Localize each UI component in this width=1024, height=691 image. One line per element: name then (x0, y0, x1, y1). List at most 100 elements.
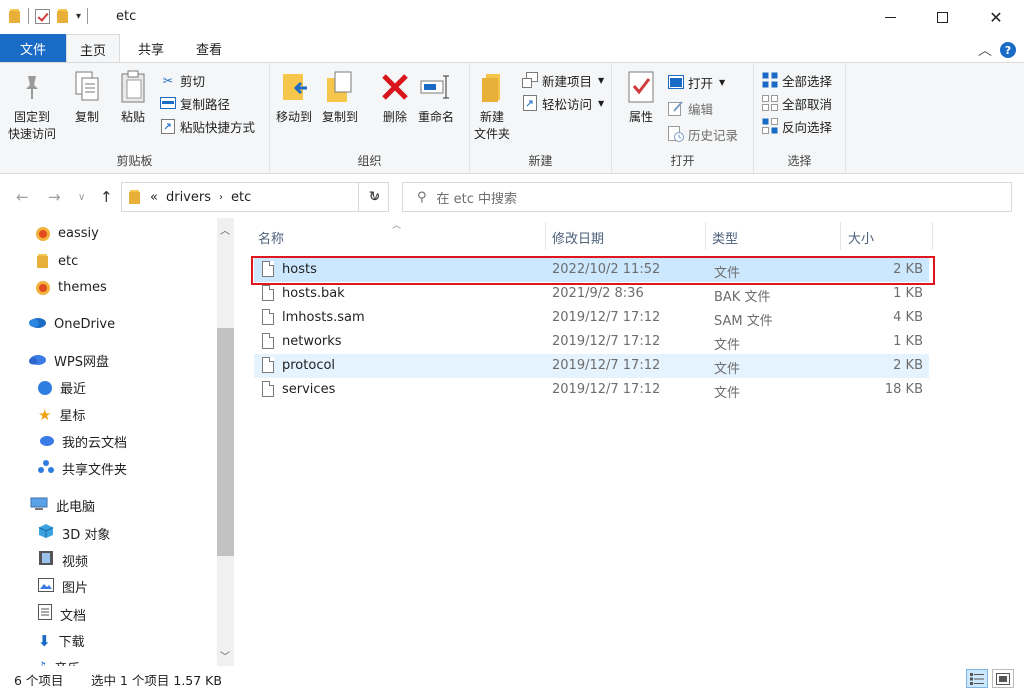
nav-item-onedrive[interactable]: OneDrive (28, 316, 115, 332)
new-item-button[interactable]: 新建项目 ▼ (522, 69, 604, 91)
nav-item-recent[interactable]: 最近 (38, 378, 86, 397)
open-button[interactable]: 打开 ▼ (668, 71, 725, 93)
column-divider[interactable] (545, 222, 546, 250)
breadcrumb-drivers[interactable]: drivers (166, 190, 211, 205)
select-none-button[interactable]: 全部取消 (762, 92, 832, 114)
scroll-up-icon[interactable]: ︿ (220, 222, 230, 237)
paste-shortcut-button[interactable]: 粘贴快捷方式 (160, 115, 255, 137)
rename-icon (419, 69, 453, 105)
select-all-button[interactable]: 全部选择 (762, 69, 832, 91)
back-arrow-icon[interactable]: ← (16, 188, 29, 206)
address-field[interactable]: « drivers › etc ∨ (121, 182, 389, 212)
easy-access-button[interactable]: 轻松访问 ▼ (522, 92, 604, 114)
tab-file[interactable]: 文件 (0, 34, 66, 62)
history-button[interactable]: 历史记录 (668, 123, 738, 145)
column-divider[interactable] (932, 222, 933, 250)
nav-item-downloads[interactable]: ⬇ 下载 (38, 631, 85, 651)
file-row-networks[interactable]: networks 2019/12/7 17:12 文件 1 KB (254, 330, 929, 354)
file-icon (262, 381, 274, 397)
breadcrumb-separator-icon: › (219, 191, 223, 203)
qat-dropdown-icon[interactable]: ▾ (76, 11, 81, 22)
move-to-button[interactable]: 移动到 (276, 69, 312, 126)
copy-path-button[interactable]: 复制路径 (160, 92, 230, 114)
file-row-services[interactable]: services 2019/12/7 17:12 文件 18 KB (254, 378, 929, 402)
nav-item-starred[interactable]: ★ 星标 (38, 405, 85, 425)
nav-item-my-cloud-docs[interactable]: 我的云文档 (38, 432, 127, 451)
nav-item-etc[interactable]: etc (36, 253, 78, 269)
edit-button[interactable]: 编辑 (668, 97, 713, 119)
clipboard-group-label: 剪贴板 (116, 154, 153, 168)
file-size: 2 KB (893, 262, 923, 277)
document-icon (38, 604, 52, 624)
file-name: hosts (282, 262, 317, 277)
rename-button[interactable]: 重命名 (418, 69, 454, 126)
file-row-hosts-bak[interactable]: hosts.bak 2021/9/2 8:36 BAK 文件 1 KB (254, 282, 929, 306)
easy-access-label: 轻松访问 (542, 96, 593, 112)
column-divider[interactable] (840, 222, 841, 250)
minimize-button[interactable] (864, 0, 916, 34)
column-header-size[interactable]: 大小 (848, 228, 874, 247)
nav-item-themes[interactable]: themes (36, 280, 107, 295)
file-row-protocol[interactable]: protocol 2019/12/7 17:12 文件 2 KB (254, 354, 929, 378)
organize-group: 移动到 复制到 删除 重命名 组织 (270, 63, 470, 173)
file-row-lmhosts-sam[interactable]: lmhosts.sam 2019/12/7 17:12 SAM 文件 4 KB (254, 306, 929, 330)
column-divider[interactable] (705, 222, 706, 250)
copy-button[interactable]: 复制 (70, 69, 104, 126)
file-size: 4 KB (893, 310, 923, 325)
column-header-row: 名称 修改日期 类型 大小 (250, 222, 934, 250)
large-icons-view-button[interactable] (992, 669, 1014, 688)
file-type: 文件 (714, 338, 741, 353)
collapse-ribbon-icon[interactable]: ︿ (978, 40, 992, 60)
details-view-button[interactable] (966, 669, 988, 688)
invert-selection-icon (762, 118, 778, 134)
new-folder-icon[interactable] (56, 8, 70, 24)
file-size: 2 KB (893, 358, 923, 373)
delete-button[interactable]: 删除 (378, 69, 412, 126)
select-none-label: 全部取消 (782, 96, 833, 112)
invert-selection-label: 反向选择 (782, 119, 833, 135)
column-header-name[interactable]: 名称 (258, 228, 284, 247)
breadcrumb-overflow[interactable]: « (150, 190, 158, 205)
paste-button[interactable]: 粘贴 (116, 69, 150, 126)
nav-item-wps-cloud[interactable]: WPS网盘 (28, 351, 109, 370)
nav-item-pictures[interactable]: 图片 (38, 577, 88, 596)
new-folder-button[interactable]: 新建 文件夹 (474, 69, 510, 143)
nav-item-eassiy[interactable]: eassiy (36, 226, 99, 241)
refresh-button[interactable]: ↻ (358, 182, 390, 212)
close-button[interactable]: ✕ (970, 0, 1022, 34)
tab-view[interactable]: 查看 (182, 34, 236, 62)
chevron-down-icon: ▼ (719, 77, 726, 87)
forward-arrow-icon[interactable]: → (48, 188, 61, 206)
nav-scrollbar-thumb[interactable] (217, 328, 234, 556)
properties-check-icon[interactable] (35, 8, 50, 24)
nav-item-shared-folder[interactable]: 共享文件夹 (38, 459, 127, 478)
file-date: 2021/9/2 8:36 (552, 286, 644, 301)
search-input[interactable]: ⚲ 在 etc 中搜索 (402, 182, 1012, 212)
nav-item-videos[interactable]: 视频 (38, 550, 88, 570)
copy-label: 复制 (74, 110, 99, 124)
nav-item-3d-objects[interactable]: 3D 对象 (38, 523, 110, 543)
nav-item-this-pc[interactable]: 此电脑 (30, 496, 95, 515)
invert-selection-button[interactable]: 反向选择 (762, 115, 832, 137)
pin-quick-access-button[interactable]: 固定到 快速访问 (8, 69, 56, 143)
nav-label: etc (58, 253, 79, 269)
file-icon (262, 333, 274, 349)
maximize-button[interactable] (916, 0, 968, 34)
recent-locations-chevron-icon[interactable]: ∨ (78, 192, 85, 203)
tab-share[interactable]: 共享 (124, 34, 178, 62)
column-header-date[interactable]: 修改日期 (552, 228, 604, 247)
cloud-docs-icon (38, 434, 54, 450)
file-row-hosts[interactable]: hosts 2022/10/2 11:52 文件 2 KB (254, 258, 929, 282)
copy-to-button[interactable]: 复制到 (322, 69, 358, 126)
cut-button[interactable]: ✂ 剪切 (160, 69, 205, 91)
nav-item-documents[interactable]: 文档 (38, 604, 86, 624)
tab-home[interactable]: 主页 (66, 34, 120, 63)
column-header-type[interactable]: 类型 (712, 228, 738, 247)
nav-item-music[interactable]: ♪ 音乐 (38, 658, 80, 666)
scroll-down-icon[interactable]: ﹀ (220, 648, 230, 663)
properties-button[interactable]: 属性 (624, 69, 658, 126)
copy-to-icon (323, 69, 357, 105)
up-arrow-icon[interactable]: ↑ (100, 188, 113, 206)
help-icon[interactable]: ? (1000, 42, 1016, 58)
breadcrumb-etc[interactable]: etc (231, 190, 251, 205)
